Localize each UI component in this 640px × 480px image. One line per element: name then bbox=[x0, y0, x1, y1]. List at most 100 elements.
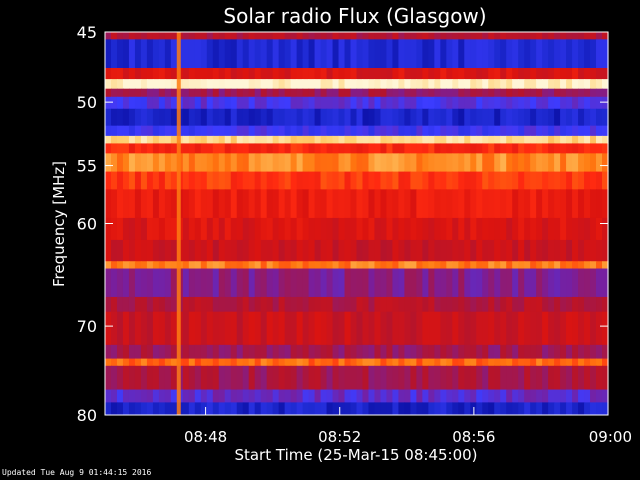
spectrogram-cell bbox=[464, 344, 471, 359]
spectrogram-cell bbox=[105, 96, 112, 110]
spectrogram-cell bbox=[596, 268, 603, 298]
spectrogram-cell bbox=[254, 171, 262, 190]
spectrogram-cell bbox=[212, 311, 220, 346]
spectrogram-cell bbox=[278, 261, 286, 269]
spectrogram-cell bbox=[128, 358, 136, 367]
spectrogram-cell bbox=[500, 32, 507, 40]
spectrogram-cell bbox=[200, 153, 208, 173]
spectrogram-cell bbox=[140, 261, 148, 269]
spectrogram-cell bbox=[374, 143, 382, 154]
spectrogram-cell bbox=[314, 135, 322, 144]
spectrogram-cell bbox=[578, 32, 585, 40]
spectrogram-cell bbox=[170, 389, 178, 403]
spectrogram-cell bbox=[338, 88, 346, 98]
spectrogram-cell bbox=[290, 125, 298, 137]
spectrogram-cell bbox=[356, 261, 364, 269]
spectrogram-cell bbox=[338, 268, 346, 298]
spectrogram-cell bbox=[488, 311, 495, 346]
spectrogram-cell bbox=[494, 217, 501, 241]
spectrogram-cell bbox=[290, 143, 298, 154]
spectrogram-cell bbox=[290, 135, 298, 144]
spectrogram-cell bbox=[524, 135, 531, 144]
spectrogram-cell bbox=[374, 389, 382, 403]
spectrogram-cell bbox=[512, 296, 519, 313]
spectrogram-cell bbox=[548, 88, 555, 98]
spectrogram-cell bbox=[152, 344, 160, 359]
spectrogram-cell bbox=[105, 153, 112, 173]
spectrogram-cell bbox=[578, 88, 585, 98]
spectrogram-cell bbox=[170, 171, 178, 190]
spectrogram-cell bbox=[386, 67, 394, 80]
spectrogram-cell bbox=[140, 389, 148, 403]
spectrogram-cell bbox=[458, 344, 465, 359]
spectrogram-cell bbox=[230, 39, 238, 69]
spectrogram-cell bbox=[146, 96, 154, 110]
spectrogram-cell bbox=[422, 125, 429, 137]
spectrogram-cell bbox=[254, 153, 262, 173]
spectrogram-cell bbox=[470, 39, 477, 69]
spectrogram-cell bbox=[380, 261, 388, 269]
spectrogram-cell bbox=[182, 358, 190, 367]
spectrogram-cell bbox=[260, 171, 268, 190]
spectrogram-cell bbox=[140, 296, 148, 313]
spectrogram-cell bbox=[122, 239, 130, 262]
spectrogram-cell bbox=[338, 67, 346, 80]
spectrogram-cell bbox=[182, 32, 190, 40]
spectrogram-cell bbox=[350, 296, 358, 313]
spectrogram-cell bbox=[320, 365, 328, 390]
spectrogram-cell bbox=[416, 108, 423, 127]
spectrogram-cell bbox=[434, 143, 441, 154]
spectrogram-cell bbox=[182, 153, 190, 173]
spectrogram-cell bbox=[308, 311, 316, 346]
spectrogram-cell bbox=[452, 39, 459, 69]
spectrogram-cell bbox=[368, 189, 376, 219]
spectrogram-cell bbox=[464, 125, 471, 137]
spectrogram-cell bbox=[218, 88, 226, 98]
spectrogram-cell bbox=[374, 96, 382, 110]
spectrogram-cell bbox=[290, 79, 298, 90]
spectrogram-cell bbox=[590, 358, 597, 367]
spectrogram-cell bbox=[578, 39, 585, 69]
spectrogram-cell bbox=[428, 79, 435, 90]
spectrogram-cell bbox=[362, 389, 370, 403]
spectrogram-cell bbox=[494, 108, 501, 127]
spectrogram-cell bbox=[164, 79, 172, 90]
spectrogram-cell bbox=[296, 217, 304, 241]
spectrogram-cell bbox=[452, 268, 459, 298]
spectrogram-cell bbox=[494, 96, 501, 110]
spectrogram-cell bbox=[284, 296, 292, 313]
spectrogram-cell bbox=[338, 261, 346, 269]
spectrogram-cell bbox=[140, 32, 148, 40]
spectrogram-cell bbox=[374, 171, 382, 190]
spectrogram-cell bbox=[566, 268, 573, 298]
spectrogram-cell bbox=[494, 171, 501, 190]
spectrogram-cell bbox=[278, 239, 286, 262]
spectrogram-cell bbox=[410, 143, 417, 154]
spectrogram-cell bbox=[446, 239, 453, 262]
spectrogram-cell bbox=[542, 261, 549, 269]
spectrogram-cell bbox=[446, 125, 453, 137]
spectrogram-cell bbox=[584, 135, 591, 144]
spectrogram-cell bbox=[116, 217, 124, 241]
spectrogram-cell bbox=[290, 217, 298, 241]
spectrogram-cell bbox=[224, 79, 232, 90]
spectrogram-cell bbox=[356, 239, 364, 262]
spectrogram-cell bbox=[380, 296, 388, 313]
spectrogram-cell bbox=[236, 189, 244, 219]
spectrogram-cell bbox=[290, 153, 298, 173]
spectrogram-cell bbox=[356, 389, 364, 403]
spectrogram-cell bbox=[224, 96, 232, 110]
spectrogram-cell bbox=[212, 217, 220, 241]
spectrogram-cell bbox=[428, 189, 435, 219]
spectrogram-cell bbox=[470, 171, 477, 190]
spectrogram-cell bbox=[332, 67, 340, 80]
spectrogram-cell bbox=[548, 67, 555, 80]
spectrogram-cell bbox=[344, 171, 352, 190]
spectrogram-cell bbox=[542, 239, 549, 262]
spectrogram-cell bbox=[440, 239, 447, 262]
spectrogram-cell bbox=[194, 402, 202, 416]
spectrogram-cell bbox=[374, 108, 382, 127]
spectrogram-cell bbox=[518, 189, 525, 219]
spectrogram-cell bbox=[422, 217, 429, 241]
spectrogram-cell bbox=[392, 358, 400, 367]
